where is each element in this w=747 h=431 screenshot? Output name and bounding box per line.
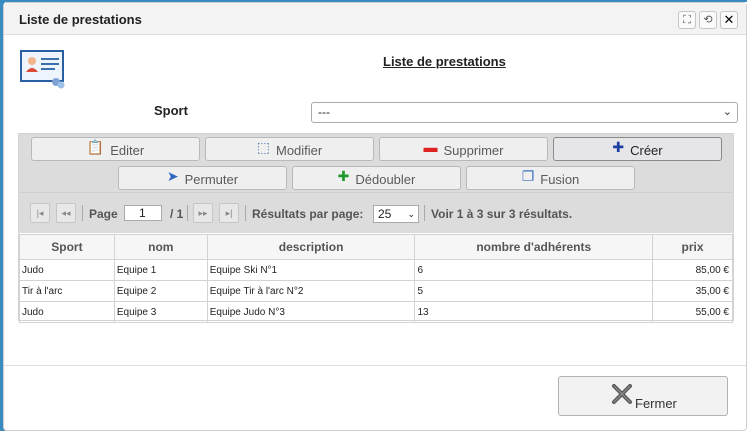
arrow-icon: ➤ bbox=[166, 168, 179, 184]
previous-page-icon[interactable]: ◂◂ bbox=[56, 203, 76, 223]
column-header-sport[interactable]: Sport bbox=[19, 234, 115, 260]
merge-button[interactable]: ❐ Fusion bbox=[466, 166, 635, 190]
prestations-table: Sport nom description nombre d'adhérents… bbox=[19, 234, 733, 323]
close-button[interactable]: Fermer bbox=[558, 376, 728, 416]
table-row[interactable]: Tir à l'arc Equipe 2 Equipe Tir à l'arc … bbox=[19, 280, 733, 302]
refresh-icon[interactable]: ⟲ bbox=[699, 11, 717, 29]
dialog-titlebar[interactable]: Liste de prestations ⛶ ⟲ ✕ bbox=[4, 3, 746, 35]
close-x-icon bbox=[611, 383, 633, 408]
cell-prix: 85,00 € bbox=[652, 259, 733, 281]
contact-card-icon bbox=[20, 50, 66, 90]
cell-nom: Equipe 1 bbox=[113, 259, 208, 281]
column-header-prix[interactable]: prix bbox=[652, 234, 733, 260]
pager-divider bbox=[245, 205, 246, 221]
cell-sport: Tir à l'arc bbox=[19, 280, 115, 302]
create-button[interactable]: ✚ Créer bbox=[553, 137, 722, 161]
expand-icon[interactable]: ⛶ bbox=[678, 11, 696, 29]
column-header-description[interactable]: description bbox=[206, 234, 416, 260]
modify-button[interactable]: ⬚ Modifier bbox=[205, 137, 374, 161]
cell-nom: Equipe 2 bbox=[113, 280, 208, 302]
first-page-icon[interactable]: |◂ bbox=[30, 203, 50, 223]
last-page-icon[interactable]: ▸| bbox=[219, 203, 239, 223]
page-number-input[interactable]: 1 bbox=[124, 205, 162, 221]
table-row[interactable]: Judo Equipe 3 Equipe Judo N°3 13 55,00 € bbox=[19, 301, 733, 323]
pager-divider bbox=[187, 205, 188, 221]
dialog-title: Liste de prestations bbox=[19, 12, 142, 27]
table-row[interactable]: Judo Equipe 1 Equipe Ski N°1 6 85,00 € bbox=[19, 259, 733, 281]
cell-description: Equipe Judo N°3 bbox=[206, 301, 416, 323]
results-summary: Voir 1 à 3 sur 3 résultats. bbox=[431, 207, 573, 221]
pager-divider bbox=[424, 205, 425, 221]
green-plus-icon: ✚ bbox=[337, 168, 350, 184]
prestations-panel: 📋 Editer ⬚ Modifier ▬ Supprimer ✚ Créer ➤ Per… bbox=[18, 133, 734, 323]
cell-sport: Judo bbox=[19, 259, 115, 281]
column-header-adherents[interactable]: nombre d'adhérents bbox=[414, 234, 654, 260]
cell-nom: Equipe 3 bbox=[113, 301, 208, 323]
delete-button[interactable]: ▬ Supprimer bbox=[379, 137, 548, 161]
footer-divider bbox=[4, 365, 746, 366]
duplicate-button[interactable]: ✚ Dédoubler bbox=[292, 166, 461, 190]
close-button-label: Fermer bbox=[635, 396, 677, 411]
action-toolbar: 📋 Editer ⬚ Modifier ▬ Supprimer ✚ Créer ➤ Per… bbox=[19, 134, 733, 192]
page-total: / 1 bbox=[170, 207, 184, 221]
minus-icon: ▬ bbox=[423, 139, 438, 155]
sport-filter-label: Sport bbox=[154, 103, 188, 118]
clipboard-icon: 📋 bbox=[86, 139, 105, 155]
cell-description: Equipe Ski N°1 bbox=[206, 259, 416, 281]
sport-filter-value: --- bbox=[318, 105, 330, 119]
plus-icon: ✚ bbox=[612, 139, 625, 155]
cell-description: Equipe Tir à l'arc N°2 bbox=[206, 280, 416, 302]
cell-sport: Judo bbox=[19, 301, 115, 323]
chevron-down-icon: ⌄ bbox=[722, 106, 732, 118]
merge-icon: ❐ bbox=[521, 168, 535, 184]
cell-adherents: 13 bbox=[414, 301, 654, 323]
prestations-dialog: Liste de prestations ⛶ ⟲ ✕ Liste de pres… bbox=[3, 2, 747, 431]
edit-frame-icon: ⬚ bbox=[256, 139, 270, 155]
cell-prix: 55,00 € bbox=[652, 301, 733, 323]
edit-button[interactable]: 📋 Editer bbox=[31, 137, 200, 161]
column-header-nom[interactable]: nom bbox=[113, 234, 208, 260]
table-header-row: Sport nom description nombre d'adhérents… bbox=[19, 234, 733, 260]
next-page-icon[interactable]: ▸▸ bbox=[193, 203, 213, 223]
pagination-bar: |◂ ◂◂ Page 1 / 1 ▸▸ ▸| Résultats par pag… bbox=[19, 192, 733, 233]
page-label: Page bbox=[89, 207, 118, 221]
cell-adherents: 6 bbox=[414, 259, 654, 281]
close-icon[interactable]: ✕ bbox=[720, 11, 738, 29]
cell-prix: 35,00 € bbox=[652, 280, 733, 302]
results-per-page-label: Résultats par page: bbox=[252, 207, 364, 221]
pager-divider bbox=[82, 205, 83, 221]
cell-adherents: 5 bbox=[414, 280, 654, 302]
chevron-down-icon: ⌄ bbox=[407, 209, 415, 219]
results-per-page-select[interactable]: 25 ⌄ bbox=[373, 205, 419, 223]
swap-button[interactable]: ➤ Permuter bbox=[118, 166, 287, 190]
sport-filter-select[interactable]: --- ⌄ bbox=[311, 102, 738, 123]
page-title: Liste de prestations bbox=[383, 54, 506, 69]
